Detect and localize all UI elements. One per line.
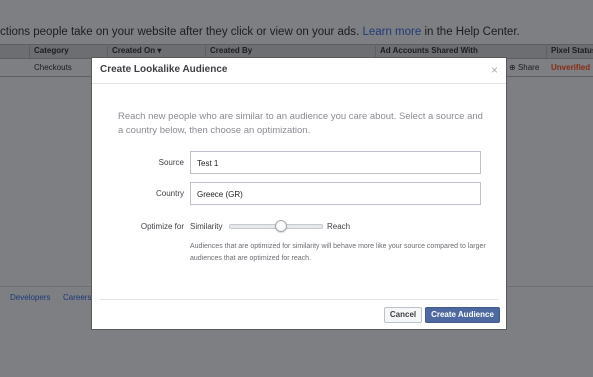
share-icon: ⊕ — [509, 63, 516, 72]
row-category: Checkouts — [34, 63, 72, 72]
intro-text-start: ctions people take on your website after… — [0, 26, 360, 38]
dialog-description: Reach new people who are similar to an a… — [118, 111, 483, 136]
dialog-footer-divider — [100, 299, 498, 300]
cancel-button[interactable]: Cancel — [384, 307, 422, 323]
source-field[interactable]: Test 1 — [190, 151, 481, 174]
dialog-header: Create Lookalike Audience × — [92, 58, 506, 84]
intro-text-end: in the Help Center. — [424, 26, 520, 38]
optimization-help-text: Audiences that are optimized for similar… — [190, 243, 486, 262]
footer-link-developers[interactable]: Developers — [10, 293, 50, 302]
reach-label: Reach — [327, 222, 351, 231]
source-label: Source — [158, 158, 184, 167]
column-header-category[interactable]: Category — [29, 46, 69, 58]
country-label: Country — [155, 189, 184, 198]
dialog-title: Create Lookalike Audience — [100, 64, 228, 75]
intro-text: ctions people take on your website after… — [0, 26, 520, 38]
optimization-slider-handle[interactable] — [274, 220, 287, 232]
optimize-label: Optimize for — [140, 222, 184, 231]
similarity-label: Similarity — [190, 222, 223, 231]
footer-link-careers[interactable]: Careers — [63, 293, 91, 302]
column-header-pixel-status[interactable]: Pixel Status — [546, 46, 593, 58]
share-link[interactable]: ⊕ Share — [509, 63, 539, 72]
status-badge: Unverified — [551, 63, 591, 72]
country-field[interactable]: Greece (GR) — [190, 182, 481, 205]
close-icon[interactable]: × — [491, 63, 498, 77]
lookalike-audience-dialog: Create Lookalike Audience × Reach new pe… — [91, 57, 507, 330]
create-audience-button[interactable]: Create Audience — [425, 307, 500, 323]
learn-more-link[interactable]: Learn more — [362, 26, 421, 38]
share-label: Share — [517, 63, 540, 72]
